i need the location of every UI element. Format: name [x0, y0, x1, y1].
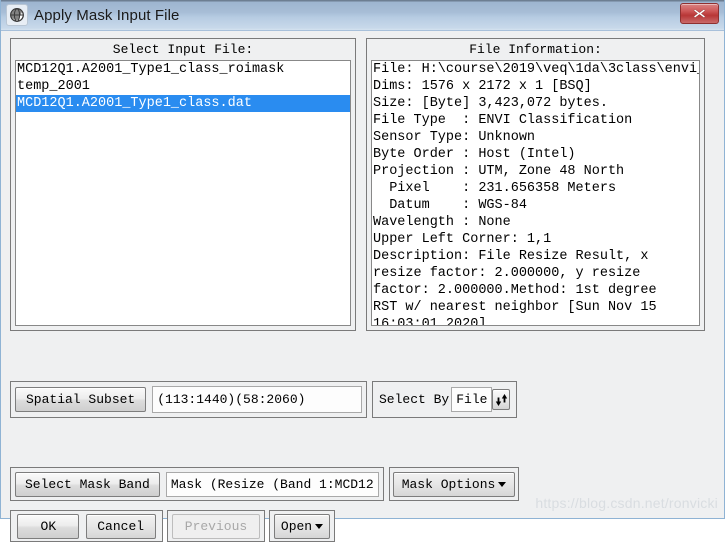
previous-group: Previous: [167, 510, 265, 542]
dialog-content: Select Input File: MCD12Q1.A2001_Type1_c…: [1, 32, 724, 542]
globe-icon: [6, 4, 28, 26]
title-bar: Apply Mask Input File: [1, 0, 724, 31]
select-by-group: Select By File: [372, 381, 517, 418]
apply-mask-input-file-dialog: Apply Mask Input File Select Input File:…: [0, 0, 725, 542]
spatial-subset-group: Spatial Subset (113:1440)(58:2060): [10, 381, 367, 418]
select-by-label: Select By: [379, 392, 450, 407]
mask-options-button[interactable]: Mask Options: [392, 471, 516, 497]
spatial-subset-value[interactable]: (113:1440)(58:2060): [152, 386, 362, 413]
list-item[interactable]: MCD12Q1.A2001_Type1_class_roimask: [16, 61, 350, 78]
ok-cancel-group: OK Cancel: [10, 510, 163, 542]
chevron-down-icon: [315, 523, 324, 529]
open-label: Open: [280, 518, 313, 534]
file-information-title: File Information:: [367, 39, 704, 60]
select-mask-band-button[interactable]: Select Mask Band: [15, 471, 160, 497]
open-button[interactable]: Open: [273, 513, 331, 539]
file-information-text: File: H:\course\2019\veq\1da\3class\envi…: [371, 60, 700, 326]
up-down-arrows-icon[interactable]: [492, 389, 510, 410]
input-file-list[interactable]: MCD12Q1.A2001_Type1_class_roimask temp_2…: [15, 60, 351, 326]
mask-band-value[interactable]: Mask (Resize (Band 1:MCD12: [165, 471, 379, 497]
spatial-subset-button[interactable]: Spatial Subset: [15, 387, 147, 412]
mask-options-label: Mask Options: [401, 476, 496, 492]
watermark-text: https://blog.csdn.net/ronvicki: [535, 495, 718, 511]
mask-options-group: Mask Options: [389, 467, 519, 501]
file-information-panel: File Information: File: H:\course\2019\v…: [366, 38, 705, 331]
select-input-file-panel: Select Input File: MCD12Q1.A2001_Type1_c…: [10, 38, 356, 331]
cancel-button[interactable]: Cancel: [85, 513, 156, 539]
close-icon[interactable]: [680, 3, 719, 24]
ok-button[interactable]: OK: [17, 513, 80, 539]
chevron-down-icon: [498, 481, 507, 487]
select-by-value[interactable]: File: [451, 387, 493, 412]
list-item-selected[interactable]: MCD12Q1.A2001_Type1_class.dat: [16, 95, 350, 112]
window-title: Apply Mask Input File: [34, 6, 180, 24]
previous-button: Previous: [172, 513, 260, 539]
top-panels: Select Input File: MCD12Q1.A2001_Type1_c…: [10, 38, 715, 331]
open-group: Open: [269, 510, 335, 542]
list-item[interactable]: temp_2001: [16, 78, 350, 95]
select-mask-band-group: Select Mask Band Mask (Resize (Band 1:MC…: [10, 467, 384, 501]
select-input-file-title: Select Input File:: [11, 39, 355, 60]
